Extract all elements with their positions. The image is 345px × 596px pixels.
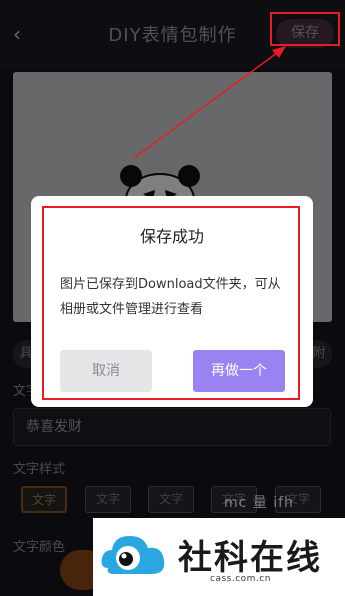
watermark-domain: cass.com.cn xyxy=(210,574,271,584)
dialog-title: 保存成功 xyxy=(139,227,204,246)
cancel-button[interactable]: 取消 xyxy=(60,350,152,392)
make-another-button[interactable]: 再做一个 xyxy=(193,350,285,392)
watermark-brand: 社科在线 xyxy=(178,538,322,578)
annotation-box-save xyxy=(270,12,340,46)
dialog-message: 图片已保存到Download文件夹，可从相册或文件管理进行查看 xyxy=(60,277,281,317)
cloud-eye-logo-icon xyxy=(101,536,165,574)
watermark-faint-text: mc 量 ifh xyxy=(224,495,294,511)
